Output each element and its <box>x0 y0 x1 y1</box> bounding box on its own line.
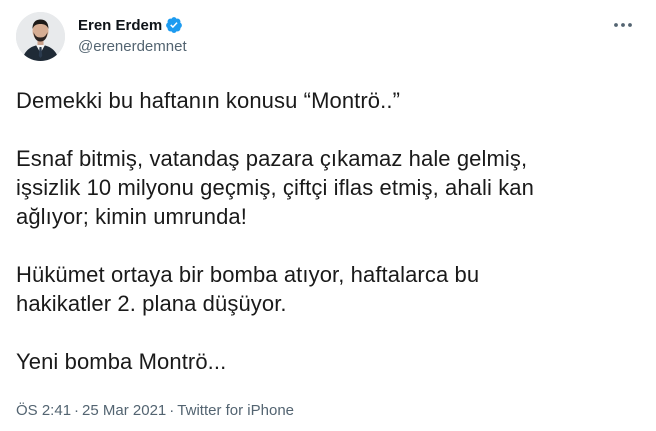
tweet-header: Eren Erdem @erenerdemnet <box>16 12 640 64</box>
avatar-photo-icon <box>16 12 65 61</box>
tweet-date[interactable]: 25 Mar 2021 <box>82 402 166 419</box>
meta-separator: · <box>74 402 80 419</box>
verified-badge-icon <box>165 16 183 34</box>
tweet-card: Eren Erdem @erenerdemnet Demekki bu haft… <box>0 0 656 431</box>
author-handle[interactable]: @erenerdemnet <box>78 38 187 55</box>
tweet-meta: ÖS 2:41 · 25 Mar 2021 · Twitter for iPhone <box>16 402 294 419</box>
display-name[interactable]: Eren Erdem <box>78 17 162 34</box>
author-names: Eren Erdem @erenerdemnet <box>78 14 187 56</box>
tweet-paragraph: Yeni bomba Montrö... <box>16 349 227 374</box>
tweet-paragraph: Demekki bu haftanın konusu “Montrö..” <box>16 88 400 113</box>
avatar[interactable] <box>16 12 65 61</box>
tweet-paragraph: Hükümet ortaya bir bomba atıyor, haftala… <box>16 262 480 316</box>
tweet-text: Demekki bu haftanın konusu “Montrö..” Es… <box>16 86 636 376</box>
more-options-button[interactable] <box>608 14 638 36</box>
tweet-source[interactable]: Twitter for iPhone <box>177 402 294 419</box>
more-options-icon <box>614 23 632 27</box>
meta-separator: · <box>169 402 175 419</box>
display-name-row: Eren Erdem <box>78 14 187 36</box>
tweet-paragraph: Esnaf bitmiş, vatandaş pazara çıkamaz ha… <box>16 146 534 229</box>
tweet-time[interactable]: ÖS 2:41 <box>16 402 71 419</box>
